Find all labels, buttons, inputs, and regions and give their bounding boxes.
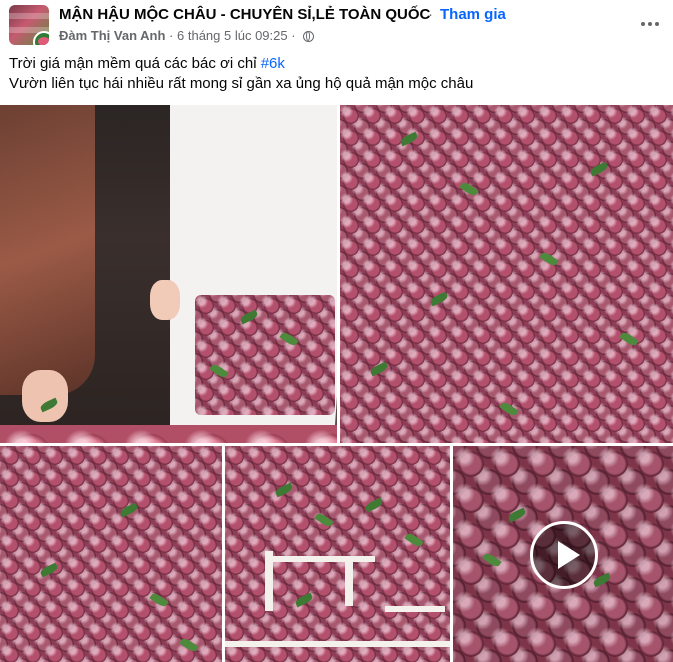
group-avatar[interactable] [9, 5, 49, 45]
author-name[interactable]: Đàm Thị Van Anh [59, 28, 165, 43]
more-horizontal-icon[interactable] [638, 12, 662, 36]
post-line-1: Trời giá mận mềm quá các bác ơi chỉ #6k [9, 54, 659, 74]
photo-person-picking-plums[interactable] [0, 105, 337, 443]
photo-plums-closeup[interactable] [0, 446, 222, 662]
play-icon[interactable] [530, 521, 598, 589]
post-line-1-text: Trời giá mận mềm quá các bác ơi chỉ [9, 55, 261, 72]
post-text: Trời giá mận mềm quá các bác ơi chỉ #6k … [9, 54, 659, 94]
post-timestamp[interactable]: 6 tháng 5 lúc 09:25 [177, 28, 288, 43]
post-meta: Đàm Thị Van Anh · 6 tháng 5 lúc 09:25 · [59, 28, 315, 43]
photo-pile-of-plums[interactable] [340, 105, 673, 443]
facebook-group-post: MẬN HẬU MỘC CHÂU - CHUYÊN SỈ,LẺ TOÀN QUỐ… [0, 0, 673, 662]
post-header: MẬN HẬU MỘC CHÂU - CHUYÊN SỈ,LẺ TOÀN QUỐ… [0, 0, 673, 50]
meta-separator: · [169, 28, 174, 43]
globe-icon [303, 31, 315, 42]
photo-plum-crates[interactable] [225, 446, 450, 662]
hashtag-link[interactable]: #6k [261, 55, 285, 72]
post-line-2: Vườn liên tục hái nhiều rất mong sỉ gần … [9, 75, 474, 92]
meta-separator: · [291, 28, 296, 43]
group-name-link[interactable]: MẬN HẬU MỘC CHÂU - CHUYÊN SỈ,LẺ TOÀN QUỐ… [59, 6, 430, 23]
header-separator: · [428, 6, 433, 23]
author-avatar[interactable] [33, 31, 49, 45]
join-group-link[interactable]: Tham gia [440, 6, 506, 23]
